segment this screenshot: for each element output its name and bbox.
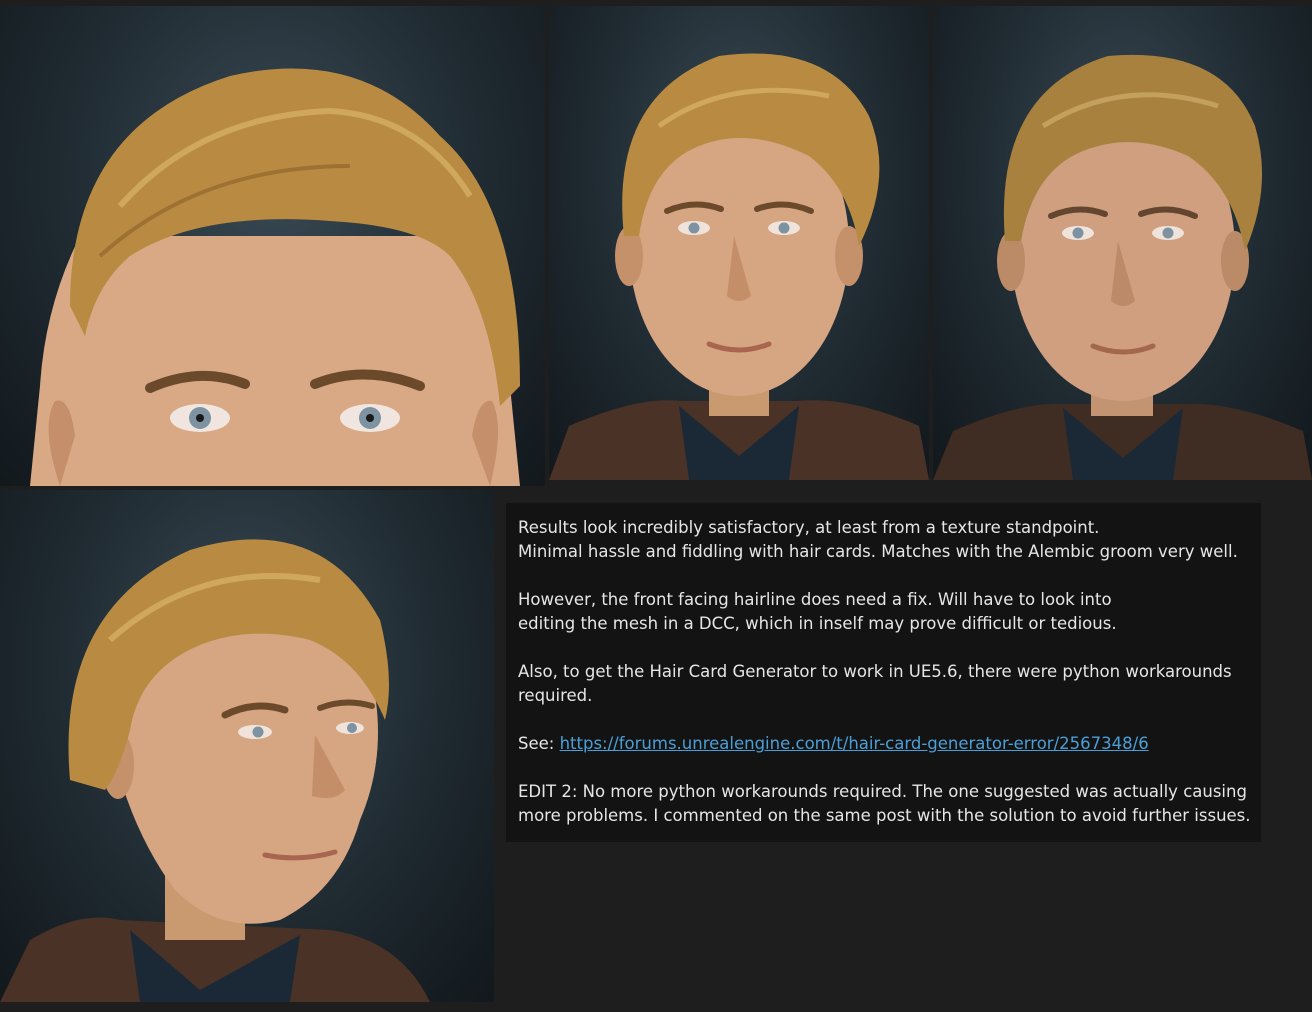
forum-link[interactable]: https://forums.unrealengine.com/t/hair-c… — [560, 734, 1149, 753]
see-line: See: https://forums.unrealengine.com/t/h… — [518, 732, 1249, 756]
paragraph-hairline-line-2: editing the mesh in a DCC, which in inse… — [518, 614, 1117, 633]
paragraph-see: See: https://forums.unrealengine.com/t/h… — [518, 732, 1249, 756]
paragraph-results-line-2: Minimal hassle and fiddling with hair ca… — [518, 542, 1238, 561]
paragraph-results-line-1: Results look incredibly satisfactory, at… — [518, 518, 1100, 537]
paragraph-edit-line-2: more problems. I commented on the same p… — [518, 806, 1251, 825]
see-label: See: — [518, 734, 560, 753]
paragraph-workarounds: Also, to get the Hair Card Generator to … — [518, 660, 1249, 708]
description-panel: Results look incredibly satisfactory, at… — [506, 503, 1261, 842]
render-front-view-2 — [933, 6, 1312, 480]
render-front-view-1 — [549, 6, 929, 480]
three-quarter-view-art — [0, 539, 430, 1002]
paragraph-workarounds-line-1: Also, to get the Hair Card Generator to … — [518, 662, 1232, 681]
paragraph-edit-line-1: EDIT 2: No more python workarounds requi… — [518, 782, 1247, 801]
front-view-1-art — [549, 53, 929, 480]
paragraph-workarounds-line-2: required. — [518, 686, 593, 705]
paragraph-hairline-line-1: However, the front facing hairline does … — [518, 590, 1112, 609]
render-closeup-hairline — [0, 6, 545, 486]
paragraph-hairline: However, the front facing hairline does … — [518, 588, 1249, 636]
paragraph-edit: EDIT 2: No more python workarounds requi… — [518, 780, 1251, 828]
render-three-quarter-view — [0, 490, 494, 1002]
paragraph-results: Results look incredibly satisfactory, at… — [518, 516, 1249, 564]
closeup-render-art — [30, 68, 520, 486]
front-view-2-art — [933, 54, 1312, 480]
